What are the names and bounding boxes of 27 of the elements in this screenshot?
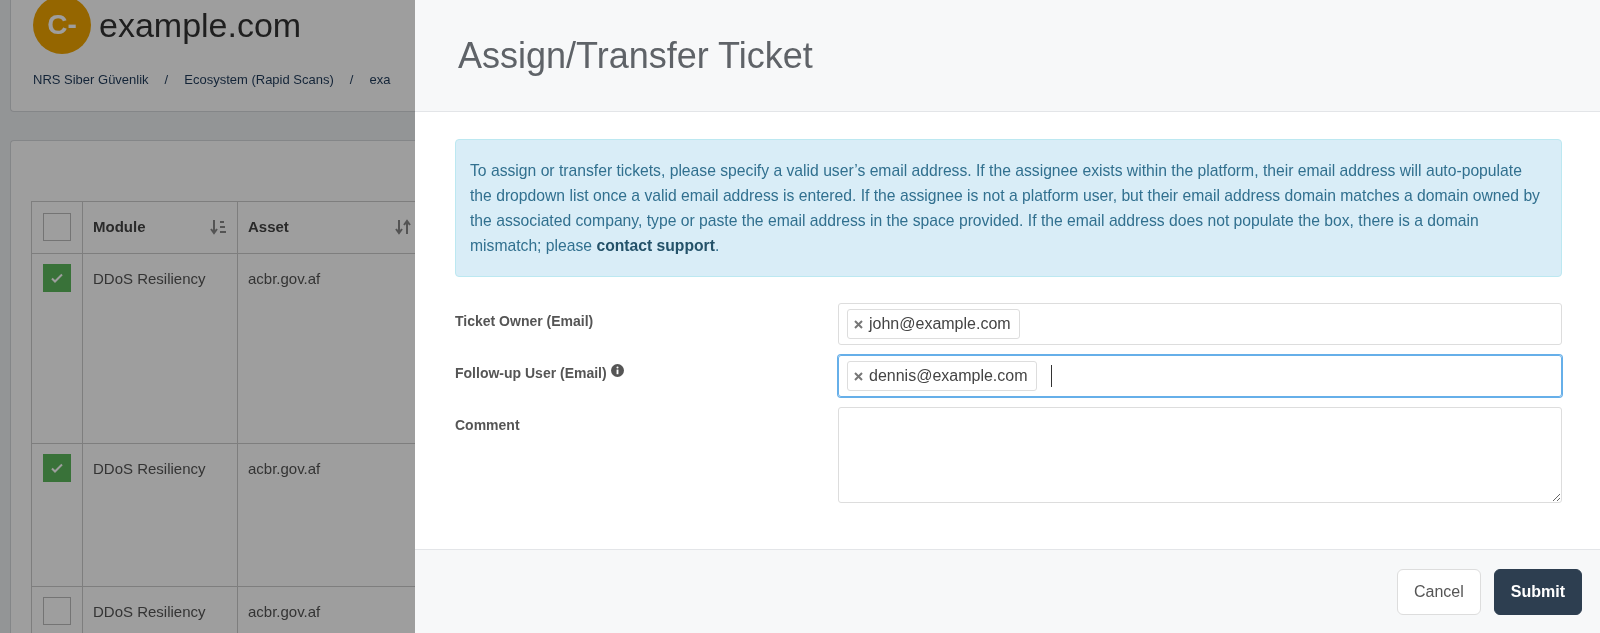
breadcrumb-link[interactable]: NRS Siber Güvenlik [33, 70, 149, 90]
breadcrumb-separator: / [349, 71, 354, 89]
column-header[interactable]: Asset [248, 216, 289, 239]
column-header[interactable]: Module [93, 216, 146, 239]
site-name: example.com [99, 4, 302, 46]
info-alert: To assign or transfer tickets, please specify a valid user’s email address. If the assignee exists within the platform, their email address will auto-populate the dropdown list once a valid email address is entered. If the assignee is not a platform user, but their email address domain matches a domain owned by the associated company, type or paste the email address in the space provided. If the email address does not populate the box, there is a domain mismatch; please contact support. [455, 139, 1562, 277]
breadcrumb-link[interactable]: Ecosystem (Rapid Scans) [184, 70, 334, 90]
contact-support-link[interactable]: contact support [596, 237, 715, 254]
submit-button[interactable]: Submit [1493, 568, 1582, 615]
table-cell: DDoS Resiliency [93, 459, 206, 477]
table-cell: acbr.gov.af [248, 269, 321, 287]
field-label: Ticket Owner (Email) [455, 312, 594, 331]
modal-title: Assign/Transfer Ticket [458, 33, 813, 78]
field-label: Comment [455, 416, 520, 435]
table-cell: acbr.gov.af [248, 602, 321, 620]
email-tag: dennis@example.com [847, 361, 1037, 391]
table-cell: DDoS Resiliency [93, 602, 206, 620]
breadcrumb-link[interactable]: exa [369, 70, 391, 90]
email-field[interactable]: dennis@example.com [838, 355, 1562, 397]
table-cell: DDoS Resiliency [93, 269, 206, 287]
breadcrumb-separator: / [164, 71, 169, 89]
logo: C- [33, 0, 91, 54]
email-field[interactable]: john@example.com [838, 303, 1562, 345]
email-tag: john@example.com [847, 309, 1020, 339]
field-label: Follow-up User (Email) [455, 364, 607, 383]
table-cell: acbr.gov.af [248, 459, 321, 477]
cancel-button[interactable]: Cancel [1396, 568, 1481, 615]
